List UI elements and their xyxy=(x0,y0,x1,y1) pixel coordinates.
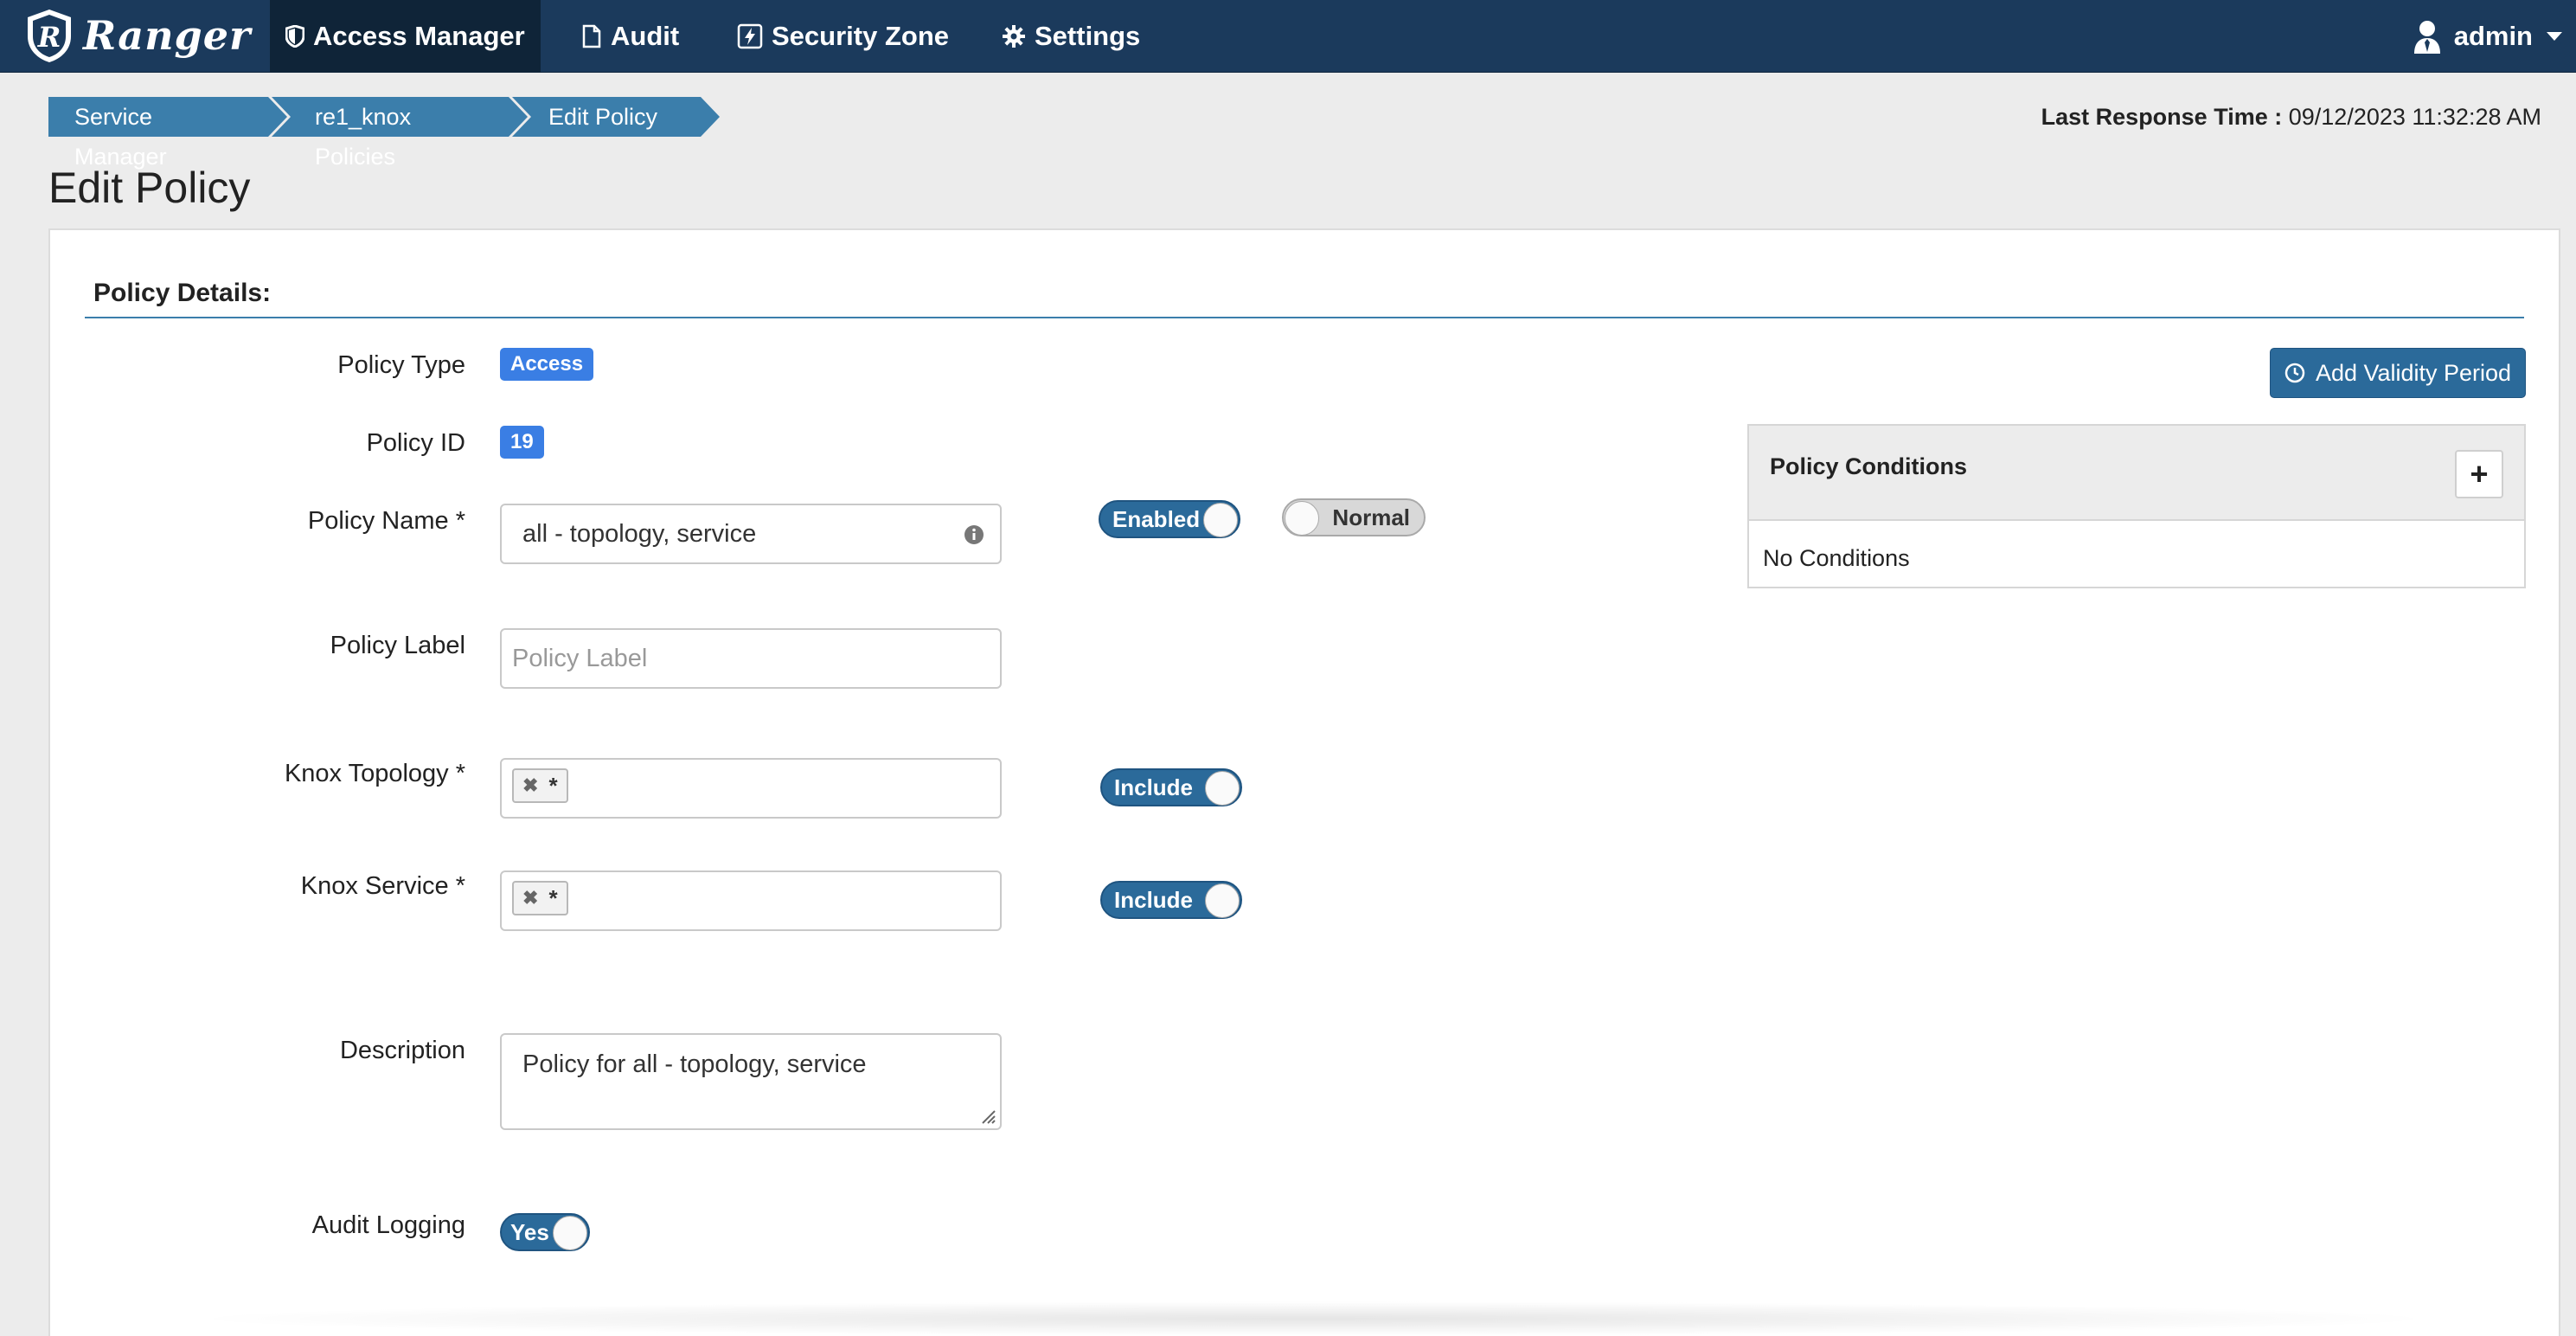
knox-topology-label: Knox Topology * xyxy=(284,760,465,787)
breadcrumb-service-manager[interactable]: Service Manager xyxy=(48,97,291,170)
user-menu[interactable]: admin xyxy=(2413,0,2562,73)
toggle-knob xyxy=(553,1216,587,1250)
knox-service-label: Knox Service * xyxy=(300,872,465,900)
section-divider xyxy=(85,317,2524,318)
policy-type-badge: Access xyxy=(500,348,594,381)
section-shadow xyxy=(180,1301,2446,1336)
enabled-toggle-label: Enabled xyxy=(1112,505,1201,532)
breadcrumb-policies[interactable]: re1_knox Policies xyxy=(272,97,531,170)
user-icon xyxy=(2413,21,2440,54)
page-title: Edit Policy xyxy=(48,164,251,212)
brand-name: Ranger xyxy=(83,12,252,59)
nav-security-zone[interactable]: Security Zone xyxy=(721,0,964,73)
audit-logging-label: Audit Logging xyxy=(311,1211,465,1239)
policy-id-badge: 19 xyxy=(500,426,544,459)
svg-text:R: R xyxy=(37,21,61,54)
priority-toggle[interactable]: Normal xyxy=(1282,498,1426,536)
toggle-knob xyxy=(1285,501,1319,536)
policy-label-label: Policy Label xyxy=(330,632,465,659)
policy-conditions-header: Policy Conditions + xyxy=(1749,426,2524,521)
audit-logging-toggle[interactable]: Yes xyxy=(500,1213,590,1251)
policy-label-input[interactable]: Policy Label xyxy=(500,628,1002,689)
ranger-logo-icon: R xyxy=(28,10,71,62)
enabled-toggle[interactable]: Enabled xyxy=(1099,500,1240,538)
description-label: Description xyxy=(339,1037,465,1064)
toggle-knob xyxy=(1205,771,1240,806)
policy-conditions-title: Policy Conditions xyxy=(1770,453,1968,479)
no-conditions-text: No Conditions xyxy=(1763,545,1910,571)
file-icon xyxy=(582,24,601,48)
description-value: Policy for all - topology, service xyxy=(522,1050,867,1078)
shield-icon xyxy=(285,25,304,48)
info-icon[interactable] xyxy=(964,524,984,545)
knox-service-input[interactable]: ✖ * xyxy=(500,870,1002,931)
add-validity-period-label: Add Validity Period xyxy=(2315,359,2512,386)
toggle-knob xyxy=(1203,503,1238,537)
policy-details-heading: Policy Details: xyxy=(93,279,272,307)
toggle-knob xyxy=(1205,883,1240,918)
add-validity-period-button[interactable]: Add Validity Period xyxy=(2270,348,2526,398)
policy-name-input[interactable]: all - topology, service xyxy=(500,504,1002,564)
resize-handle-icon[interactable] xyxy=(979,1108,996,1125)
add-condition-button[interactable]: + xyxy=(2455,450,2503,498)
brand[interactable]: R Ranger xyxy=(22,7,251,64)
policy-conditions-box: Policy Conditions + No Conditions xyxy=(1747,424,2526,588)
priority-toggle-label: Normal xyxy=(1332,504,1410,530)
policy-label-placeholder: Policy Label xyxy=(512,644,648,672)
nav-audit-label: Audit xyxy=(611,21,680,51)
policy-form-panel: Policy Details: Policy Type Access Polic… xyxy=(48,228,2560,1336)
last-response-label: Last Response Time : xyxy=(2041,104,2283,130)
knox-topology-tag[interactable]: ✖ * xyxy=(512,768,568,803)
top-navbar: R Ranger Access Manager Audit Security Z… xyxy=(0,0,2576,73)
last-response-value: 09/12/2023 11:32:28 AM xyxy=(2288,104,2541,130)
remove-tag-icon[interactable]: ✖ xyxy=(522,774,538,797)
gear-icon xyxy=(1003,25,1025,48)
nav-audit[interactable]: Audit xyxy=(566,0,695,73)
nav-access-manager-label: Access Manager xyxy=(313,21,525,51)
nav-security-zone-label: Security Zone xyxy=(772,21,949,51)
knox-topology-tag-value: * xyxy=(548,772,558,799)
knox-service-include-toggle[interactable]: Include xyxy=(1100,881,1242,919)
include-toggle-label: Include xyxy=(1114,774,1194,800)
remove-tag-icon[interactable]: ✖ xyxy=(522,887,538,909)
policy-name-label: Policy Name * xyxy=(307,507,465,535)
clock-icon xyxy=(2284,363,2305,383)
last-response-time: Last Response Time : 09/12/2023 11:32:28… xyxy=(2041,104,2541,131)
knox-service-tag-value: * xyxy=(548,884,558,911)
breadcrumb: Service Manager re1_knox Policies Edit P… xyxy=(48,97,723,170)
policy-type-label: Policy Type xyxy=(337,351,465,379)
nav-settings[interactable]: Settings xyxy=(986,0,1156,73)
nav-settings-label: Settings xyxy=(1035,21,1141,51)
include-toggle-label: Include xyxy=(1114,886,1194,913)
nav-access-manager[interactable]: Access Manager xyxy=(270,0,541,73)
policy-id-label: Policy ID xyxy=(366,429,465,457)
user-name: admin xyxy=(2453,21,2533,51)
policy-name-value: all - topology, service xyxy=(522,519,757,548)
description-textarea[interactable]: Policy for all - topology, service xyxy=(500,1033,1002,1130)
bolt-icon xyxy=(737,23,763,49)
knox-topology-include-toggle[interactable]: Include xyxy=(1100,768,1242,806)
breadcrumb-edit-policy[interactable]: Edit Policy xyxy=(512,97,723,137)
chevron-down-icon xyxy=(2547,32,2562,41)
knox-service-tag[interactable]: ✖ * xyxy=(512,881,568,915)
audit-logging-toggle-label: Yes xyxy=(510,1218,549,1245)
knox-topology-input[interactable]: ✖ * xyxy=(500,758,1002,819)
